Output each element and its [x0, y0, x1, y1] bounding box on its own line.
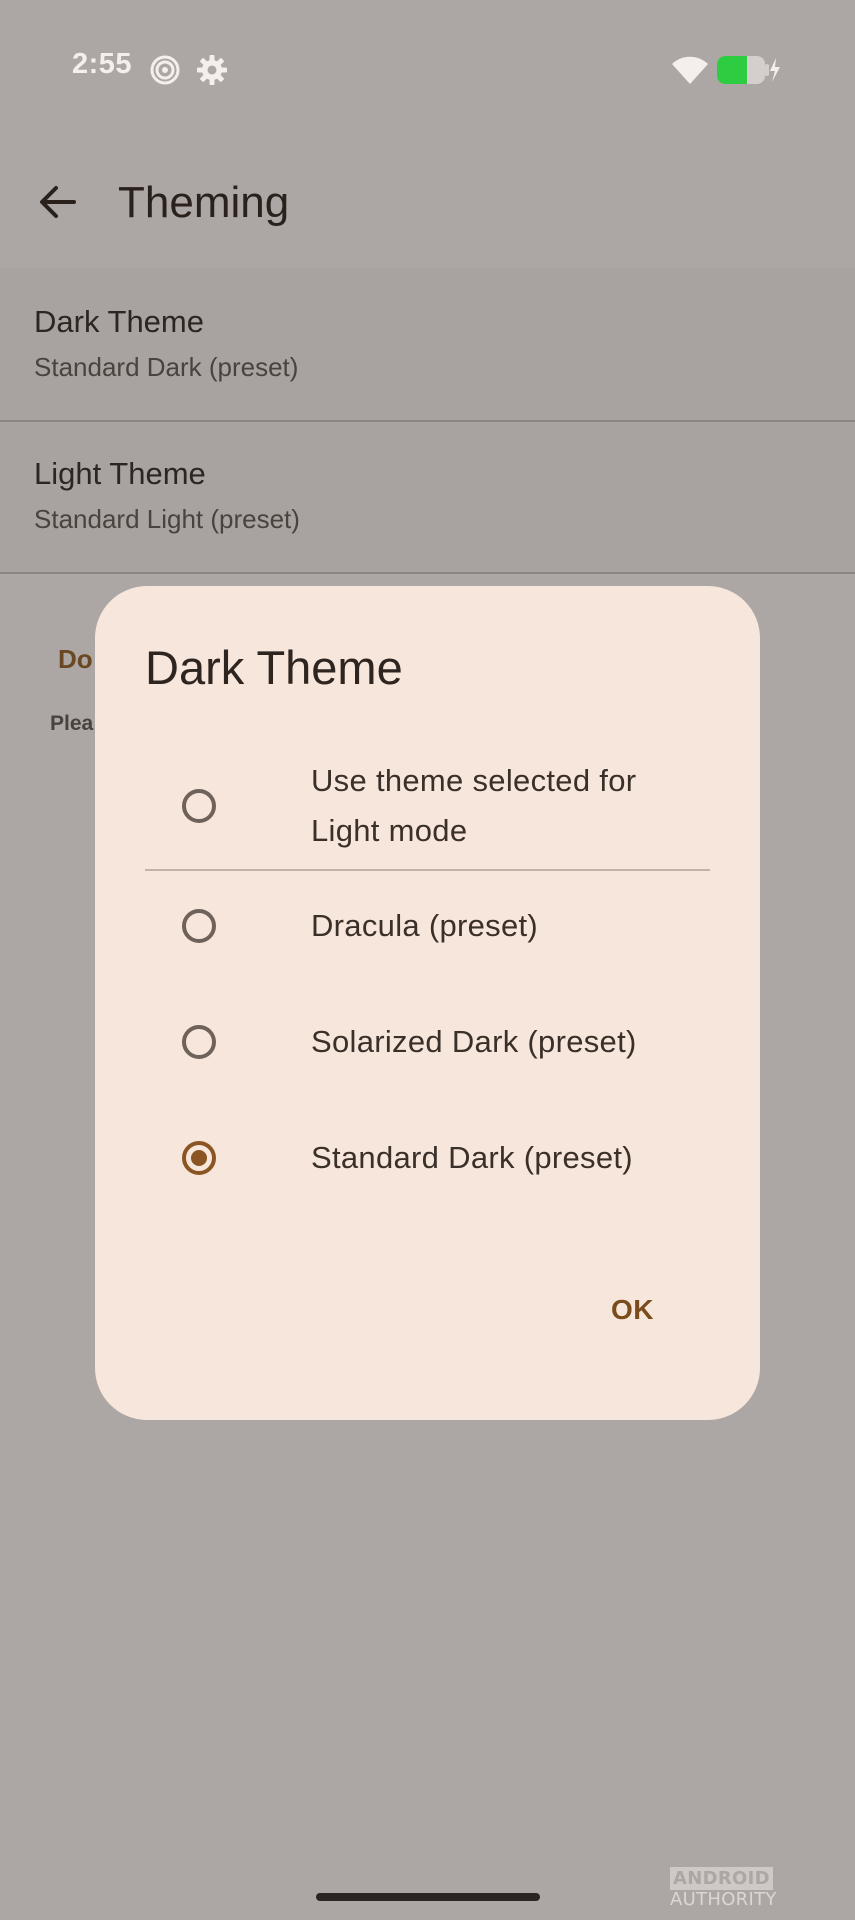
battery-charging-icon — [717, 56, 780, 84]
radio-button[interactable] — [182, 909, 216, 943]
setting-light-theme[interactable]: Light Theme Standard Light (preset) — [0, 420, 855, 574]
watermark-brand-suffix: AUTHORITY — [670, 1889, 777, 1910]
setting-subtitle: Standard Dark (preset) — [34, 352, 299, 382]
dark-theme-dialog: Dark Theme Use theme selected for Light … — [95, 586, 760, 1420]
status-time: 2:55 — [72, 48, 133, 80]
app-bar: Theming — [0, 140, 855, 268]
radio-button-selected[interactable] — [182, 1141, 216, 1175]
spiral-icon — [150, 55, 180, 85]
status-bar: 2:55 — [0, 0, 855, 140]
settings-list: Dark Theme Standard Dark (preset) Light … — [0, 268, 855, 574]
setting-title: Dark Theme — [34, 304, 204, 339]
back-arrow-icon[interactable] — [34, 178, 82, 226]
gear-icon — [197, 55, 227, 85]
background-link-text: Do — [58, 644, 93, 674]
option-standard-dark[interactable]: Standard Dark (preset) — [145, 1136, 710, 1196]
option-label: Dracula (preset) — [311, 908, 539, 943]
home-gesture-bar[interactable] — [316, 1893, 540, 1901]
background-body-text: Plea — [50, 712, 94, 735]
option-solarized-dark[interactable]: Solarized Dark (preset) — [145, 1020, 710, 1080]
setting-subtitle: Standard Light (preset) — [34, 504, 300, 534]
wifi-icon — [672, 56, 708, 84]
option-dracula[interactable]: Dracula (preset) — [145, 904, 710, 964]
setting-dark-theme[interactable]: Dark Theme Standard Dark (preset) — [0, 268, 855, 422]
watermark-brand: ANDROID — [670, 1867, 773, 1890]
divider — [145, 869, 710, 871]
option-label: Standard Dark (preset) — [311, 1140, 633, 1175]
dialog-title: Dark Theme — [145, 641, 403, 694]
setting-title: Light Theme — [34, 456, 206, 491]
option-label: Solarized Dark (preset) — [311, 1024, 637, 1059]
option-label: Use theme selected for — [311, 763, 637, 798]
ok-button[interactable]: OK — [611, 1294, 654, 1326]
option-use-light-theme[interactable]: Use theme selected for Light mode — [145, 756, 710, 856]
page-title: Theming — [118, 178, 290, 227]
radio-button[interactable] — [182, 789, 216, 823]
radio-button[interactable] — [182, 1025, 216, 1059]
watermark: ANDROID AUTHORITY — [670, 1867, 855, 1910]
option-label: Light mode — [311, 813, 468, 848]
